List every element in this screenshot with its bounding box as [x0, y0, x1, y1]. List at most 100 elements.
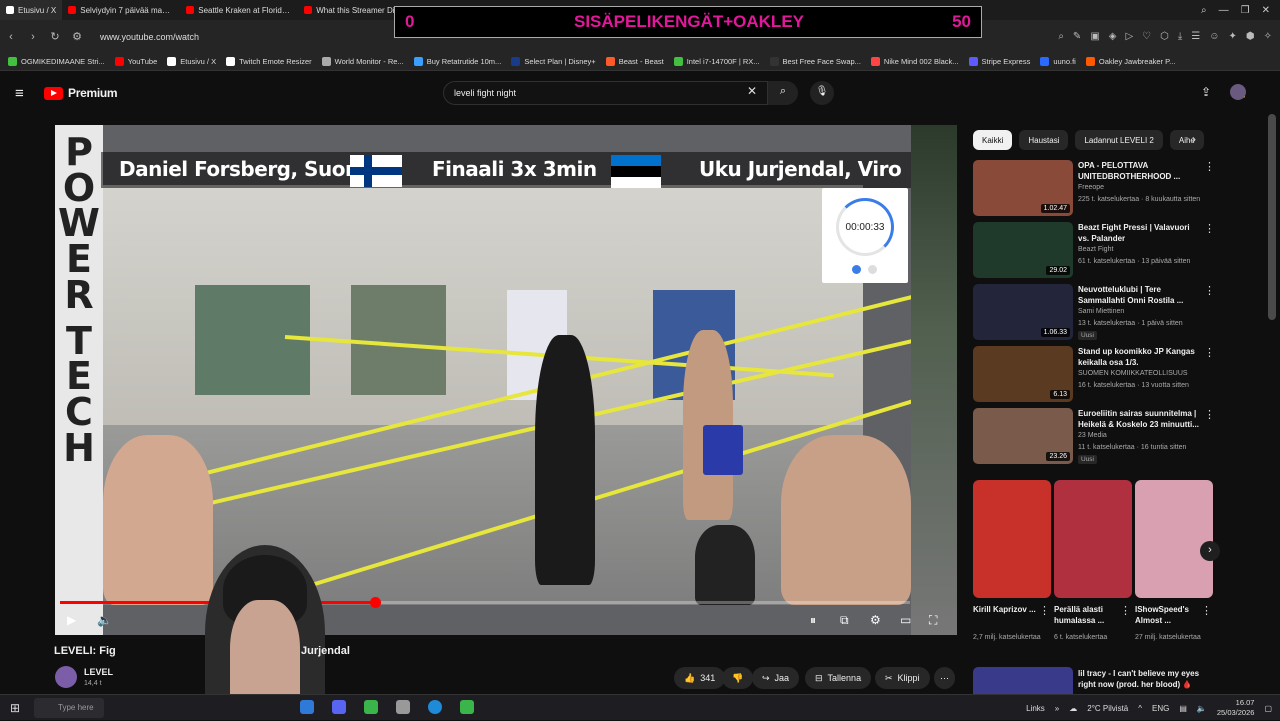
short-title[interactable]: Perällä alasti humalassa ...: [1054, 604, 1124, 626]
browser-tab[interactable]: Etusivu / X: [0, 0, 63, 20]
rec-more-icon[interactable]: ⋮: [1204, 284, 1215, 297]
clip-button[interactable]: ✂ Klippi: [875, 667, 930, 689]
play-button-icon[interactable]: ▶: [67, 613, 76, 627]
rec-channel[interactable]: 23 Media: [1078, 432, 1107, 439]
rec-thumbnail[interactable]: 1.06.33: [973, 284, 1073, 340]
links-toolbar[interactable]: Links: [1026, 704, 1045, 713]
extension-icon[interactable]: ✦: [1228, 31, 1236, 42]
video-progress-bar[interactable]: [60, 597, 910, 608]
recommendation-item[interactable]: 23.26 Euroeliitin sairas suunnitelma | He…: [973, 408, 1215, 466]
short-title[interactable]: IShowSpeed's Almost ...: [1135, 604, 1205, 626]
bookmark-item[interactable]: YouTube: [114, 57, 157, 66]
youtube-logo[interactable]: Premium: [44, 86, 118, 100]
rec-channel[interactable]: Sami Miettinen: [1078, 308, 1124, 315]
bookmark-item[interactable]: Select Plan | Disney+: [511, 57, 596, 66]
tray-expand-icon[interactable]: ^: [1138, 704, 1142, 713]
channel-avatar[interactable]: [55, 666, 77, 688]
taskbar-search[interactable]: Type here: [34, 698, 104, 718]
theater-mode-icon[interactable]: ▭: [900, 613, 911, 627]
edit-icon[interactable]: ✎: [1073, 31, 1081, 42]
settings-gear-icon[interactable]: ⚙: [870, 613, 881, 627]
box-icon[interactable]: ⬢: [1246, 31, 1255, 42]
bookmark-item[interactable]: Twitch Emote Resizer: [226, 57, 312, 66]
recommendation-item[interactable]: 1.02.47 OPA - PELOTTAVA UNITEDBROTHERHOOD…: [973, 160, 1215, 218]
bookmark-item[interactable]: Stripe Express: [968, 57, 1030, 66]
search-input[interactable]: leveli fight night: [443, 81, 768, 105]
rec-channel[interactable]: SUOMEN KOMIIKKATEOLLISUUS: [1078, 370, 1188, 377]
volume-icon[interactable]: 🔈: [97, 613, 112, 627]
short-thumbnail[interactable]: [1054, 480, 1132, 598]
chips-next-icon[interactable]: ›: [1192, 132, 1196, 146]
heart-icon[interactable]: ♡: [1142, 31, 1151, 42]
ai-icon[interactable]: ✧: [1264, 31, 1272, 42]
save-button[interactable]: ⊟ Tallenna: [805, 667, 872, 689]
subtitles-icon[interactable]: ⧉: [840, 613, 849, 628]
recommendation-item[interactable]: 6.13 Stand up koomikko JP Kangas keikalla…: [973, 346, 1215, 404]
weather-text[interactable]: 2°C Pilvistä: [1087, 704, 1128, 713]
rec-title[interactable]: Stand up koomikko JP Kangas keikalla osa…: [1078, 346, 1200, 368]
clear-search-icon[interactable]: ✕: [747, 84, 757, 98]
bookmark-item[interactable]: Beast - Beast: [605, 57, 664, 66]
rec-thumbnail[interactable]: 6.13: [973, 346, 1073, 402]
channel-name[interactable]: LEVEL: [84, 667, 113, 677]
notifications-center-icon[interactable]: ▢: [1264, 704, 1272, 713]
game-launcher-icon[interactable]: [460, 700, 474, 714]
filter-chip[interactable]: Haustasi: [1019, 130, 1069, 150]
fullscreen-icon[interactable]: ⛶: [929, 613, 937, 628]
bookmark-item[interactable]: Etusivu / X: [167, 57, 216, 66]
page-scrollbar[interactable]: [1268, 114, 1276, 320]
cube-icon[interactable]: ⬡: [1160, 31, 1169, 42]
discord-icon[interactable]: [332, 700, 346, 714]
rec-title[interactable]: Neuvotteluklubi | Tere Sammallahti Onni …: [1078, 284, 1200, 306]
close-window-icon[interactable]: ✕: [1262, 5, 1270, 16]
rec-more-icon[interactable]: ⋮: [1204, 160, 1215, 173]
short-title[interactable]: Kirill Kaprizov ...: [973, 604, 1043, 615]
list-icon[interactable]: ☰: [1191, 31, 1200, 42]
rec-thumbnail[interactable]: 29.02: [973, 222, 1073, 278]
short-more-icon[interactable]: ⋮: [1039, 604, 1050, 617]
browser-tab[interactable]: Seattle Kraken at Florida P...: [180, 0, 298, 20]
site-info-icon[interactable]: ⚙: [66, 30, 88, 43]
download-icon[interactable]: ⤓: [1178, 31, 1182, 42]
share-button[interactable]: ↪ Jaa: [752, 667, 800, 689]
language-indicator[interactable]: ENG: [1152, 704, 1169, 713]
like-button[interactable]: 👍 341: [674, 667, 726, 689]
short-thumbnail[interactable]: [1135, 480, 1213, 598]
rec-thumbnail[interactable]: 23.26: [973, 408, 1073, 464]
rec-channel[interactable]: Beazt Fight: [1078, 246, 1113, 253]
rec-more-icon[interactable]: ⋮: [1204, 346, 1215, 359]
search-tabs-icon[interactable]: ⌕: [1201, 5, 1207, 16]
url-text[interactable]: www.youtube.com/watch: [100, 32, 199, 42]
rec-title[interactable]: Beazt Fight Pressi | Valavuori vs. Palan…: [1078, 222, 1200, 244]
rec-thumbnail[interactable]: 1.02.47: [973, 160, 1073, 216]
back-icon[interactable]: ‹: [0, 31, 22, 43]
recommendation-item[interactable]: 1.06.33 Neuvotteluklubi | Tere Sammallaht…: [973, 284, 1215, 342]
browser-tab[interactable]: Selviydyin 7 päivää maailm...: [62, 0, 180, 20]
more-actions-button[interactable]: ⋯: [934, 667, 955, 689]
menu-icon[interactable]: ≡: [15, 85, 24, 102]
upload-icon[interactable]: ⇪: [1201, 85, 1211, 99]
voice-search-button[interactable]: 🎙: [810, 81, 834, 105]
search-button[interactable]: ⌕: [768, 81, 798, 105]
screenshot-icon[interactable]: ▣: [1090, 31, 1099, 42]
shield-icon[interactable]: ◈: [1109, 31, 1117, 42]
rec-channel[interactable]: Freeope: [1078, 184, 1104, 191]
filter-chip[interactable]: Kaikki: [973, 130, 1013, 150]
video-scrubber-handle[interactable]: [369, 597, 381, 608]
rec-title[interactable]: Euroeliitin sairas suunnitelma | Heikelä…: [1078, 408, 1200, 430]
video-player[interactable]: POWERTECH Daniel Forsberg, Suomi Finaali…: [55, 125, 957, 635]
bookmark-item[interactable]: OGMIKEDIMAANE Stri...: [8, 57, 105, 66]
network-icon[interactable]: ▤: [1179, 704, 1187, 713]
reload-icon[interactable]: ↻: [44, 30, 66, 43]
windows-start-icon[interactable]: ⊞: [10, 701, 20, 715]
find-icon[interactable]: ⌕: [1058, 31, 1064, 42]
bookmark-item[interactable]: World Monitor - Re...: [321, 57, 404, 66]
account-avatar[interactable]: [1230, 84, 1246, 100]
short-more-icon[interactable]: ⋮: [1201, 604, 1212, 617]
clock[interactable]: 16.07 25/03/2026: [1217, 698, 1255, 718]
filter-chip[interactable]: Aihe: [1169, 130, 1204, 150]
bookmark-item[interactable]: Best Free Face Swap...: [769, 57, 861, 66]
bookmark-item[interactable]: Oakley Jawbreaker P...: [1085, 57, 1175, 66]
bookmark-item[interactable]: Intel i7-14700F | RX...: [673, 57, 760, 66]
minimize-icon[interactable]: —: [1219, 5, 1229, 16]
